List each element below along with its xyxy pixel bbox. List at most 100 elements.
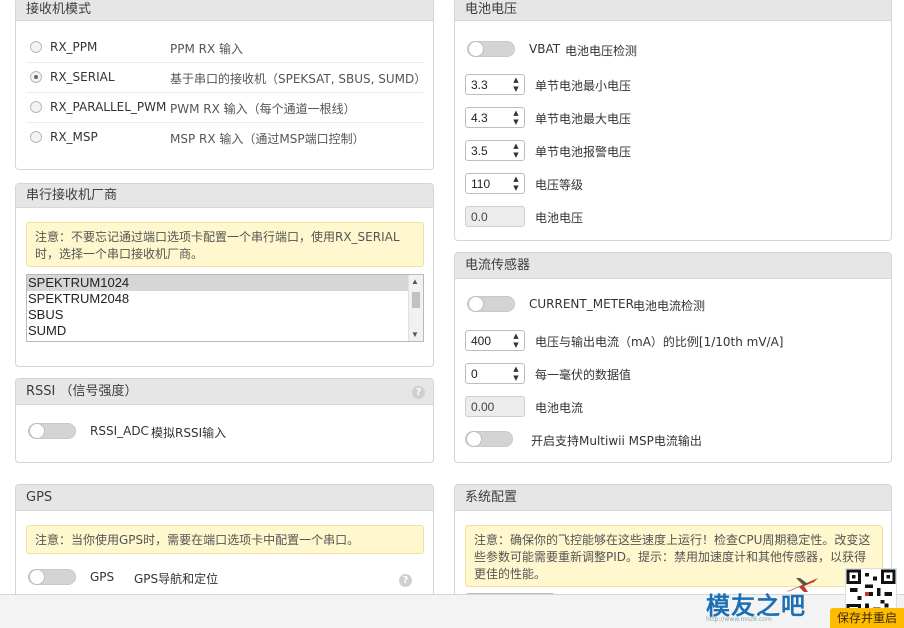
min-cell-voltage-input[interactable]: 3.3 ▲ ▼ (465, 74, 525, 95)
rssi-title-text: RSSI （信号强度） (26, 384, 138, 399)
current-sensor-panel: 电流传感器 CURRENT_METER 电池电流检测 400 ▲ ▼ 电压与输出电… (454, 252, 892, 463)
rssi-panel: RSSI （信号强度） ? RSSI_ADC 模拟RSSI输入 (15, 378, 434, 463)
toggle-knob (29, 569, 45, 585)
radio-desc: 基于串口的接收机（SPEKSAT, SBUS, SUMD） (170, 72, 427, 86)
current-meter-name: CURRENT_METER (529, 297, 634, 311)
max-cell-voltage-input[interactable]: 4.3 ▲ ▼ (465, 107, 525, 128)
help-icon[interactable]: ? (412, 386, 425, 399)
watermark-url: http://www.moz8.com (706, 616, 772, 623)
radio-desc: PPM RX 输入 (170, 42, 244, 56)
provider-option[interactable]: SUMD (27, 323, 423, 339)
battery-voltage-panel: 电池电压 VBAT 电池电压检测 3.3 ▲ ▼ 单节电池最小电压 4.3 ▲ ▼ … (454, 0, 892, 241)
spin-value: 3.5 (471, 144, 488, 158)
rssi-adc-name: RSSI_ADC (90, 424, 149, 438)
spin-up-icon[interactable]: ▲ (513, 76, 518, 84)
gps-toggle[interactable] (28, 569, 76, 585)
warning-cell-voltage-label: 单节电池报警电压 (535, 145, 632, 159)
gps-note: 注意：当你使用GPS时，需要在端口选项卡中配置一个串口。 (26, 525, 424, 554)
spin-value: 4.3 (471, 111, 488, 125)
battery-voltage-readout: 0.0 (465, 206, 525, 227)
spin-arrows[interactable]: ▲ ▼ (511, 142, 521, 160)
serial-receiver-title: 串行接收机厂商 (16, 184, 433, 208)
spin-value: 400 (471, 334, 492, 348)
voltage-scale-label: 电压等级 (535, 178, 584, 192)
provider-option[interactable]: SBUS (27, 307, 423, 323)
radio-row-rx-msp[interactable]: RX_MSP MSP RX 输入（通过MSP端口控制） (26, 123, 423, 153)
provider-option[interactable]: SPEKTRUM2048 (27, 291, 423, 307)
spin-arrows[interactable]: ▲ ▼ (511, 365, 521, 383)
spin-down-icon[interactable]: ▼ (513, 184, 518, 192)
save-and-reboot-button[interactable]: 保存并重启 (830, 608, 904, 628)
spin-arrows[interactable]: ▲ ▼ (511, 175, 521, 193)
spin-arrows[interactable]: ▲ ▼ (511, 332, 521, 350)
current-sensor-title: 电流传感器 (455, 253, 891, 279)
site-watermark: 模友之吧 http://www.moz8.com (702, 578, 822, 624)
radio-label: RX_MSP (50, 130, 98, 144)
listbox-scrollbar[interactable]: ▲ ▼ (408, 275, 423, 341)
voltage-scale-input[interactable]: 110 ▲ ▼ (465, 173, 525, 194)
radio-rx-serial[interactable] (30, 71, 42, 83)
radio-label: RX_SERIAL (50, 70, 115, 84)
provider-option[interactable]: SPEKTRUM1024 (27, 275, 423, 291)
rssi-adc-toggle[interactable] (28, 423, 76, 439)
toggle-knob (468, 41, 484, 57)
radio-desc: MSP RX 输入（通过MSP端口控制） (170, 132, 365, 146)
radio-desc: PWM RX 输入（每个通道一根线） (170, 102, 356, 116)
scroll-down-icon[interactable]: ▼ (411, 330, 419, 339)
current-offset-input[interactable]: 0 ▲ ▼ (465, 363, 525, 384)
radio-rx-msp[interactable] (30, 131, 42, 143)
serial-receiver-note: 注意：不要忘记通过端口选项卡配置一个串行端口，使用RX_SERIAL时，选择一个… (26, 222, 424, 267)
receiver-mode-title: 接收机模式 (16, 0, 433, 21)
battery-voltage-title: 电池电压 (455, 0, 891, 21)
min-cell-voltage-label: 单节电池最小电压 (535, 79, 632, 93)
spin-down-icon[interactable]: ▼ (513, 341, 518, 349)
radio-row-rx-ppm[interactable]: RX_PPM PPM RX 输入 (26, 33, 423, 63)
gps-title: GPS (16, 485, 433, 511)
spin-value: 3.3 (471, 78, 488, 92)
spin-down-icon[interactable]: ▼ (513, 374, 518, 382)
radio-rx-ppm[interactable] (30, 41, 42, 53)
radio-rx-parallel-pwm[interactable] (30, 101, 42, 113)
toggle-knob (468, 296, 484, 312)
battery-current-readout: 0.00 (465, 396, 525, 417)
spin-arrows[interactable]: ▲ ▼ (511, 109, 521, 127)
receiver-mode-panel: 接收机模式 RX_PPM PPM RX 输入 RX_SERIAL 基于串口的接收… (15, 0, 434, 170)
spin-value: 0 (471, 367, 478, 381)
msp-current-toggle[interactable] (465, 431, 513, 447)
spin-arrows[interactable]: ▲ ▼ (511, 76, 521, 94)
vbat-name: VBAT (529, 42, 561, 56)
readout-value: 0.00 (471, 400, 495, 414)
toggle-knob (466, 431, 482, 447)
spin-up-icon[interactable]: ▲ (513, 365, 518, 373)
current-scale-input[interactable]: 400 ▲ ▼ (465, 330, 525, 351)
warning-cell-voltage-input[interactable]: 3.5 ▲ ▼ (465, 140, 525, 161)
radio-row-rx-parallel-pwm[interactable]: RX_PARALLEL_PWM PWM RX 输入（每个通道一根线） (26, 93, 423, 123)
spin-value: 110 (471, 177, 491, 191)
readout-value: 0.0 (471, 210, 488, 224)
airplane-icon (786, 578, 818, 592)
battery-current-label: 电池电流 (535, 401, 584, 415)
spin-down-icon[interactable]: ▼ (513, 85, 518, 93)
current-meter-toggle[interactable] (467, 296, 515, 312)
spin-up-icon[interactable]: ▲ (513, 175, 518, 183)
rssi-adc-desc: 模拟RSSI输入 (151, 426, 227, 440)
radio-row-rx-serial[interactable]: RX_SERIAL 基于串口的接收机（SPEKSAT, SBUS, SUMD） (26, 63, 427, 93)
gps-name: GPS (90, 570, 115, 584)
serial-receiver-panel: 串行接收机厂商 注意：不要忘记通过端口选项卡配置一个串行端口，使用RX_SERI… (15, 183, 434, 367)
system-config-title: 系统配置 (455, 485, 891, 511)
vbat-toggle[interactable] (467, 41, 515, 57)
help-icon[interactable]: ? (399, 574, 412, 587)
scroll-thumb[interactable] (412, 292, 420, 308)
serial-provider-listbox[interactable]: SPEKTRUM1024 SPEKTRUM2048 SBUS SUMD ▲ ▼ (26, 274, 424, 342)
toggle-knob (29, 423, 45, 439)
max-cell-voltage-label: 单节电池最大电压 (535, 112, 632, 126)
spin-up-icon[interactable]: ▲ (513, 332, 518, 340)
battery-voltage-label: 电池电压 (535, 211, 584, 225)
spin-down-icon[interactable]: ▼ (513, 118, 518, 126)
vbat-desc: 电池电压检测 (565, 44, 638, 58)
spin-up-icon[interactable]: ▲ (513, 142, 518, 150)
scroll-up-icon[interactable]: ▲ (411, 277, 419, 286)
spin-up-icon[interactable]: ▲ (513, 109, 518, 117)
spin-down-icon[interactable]: ▼ (513, 151, 518, 159)
gps-desc: GPS导航和定位 (134, 572, 219, 586)
